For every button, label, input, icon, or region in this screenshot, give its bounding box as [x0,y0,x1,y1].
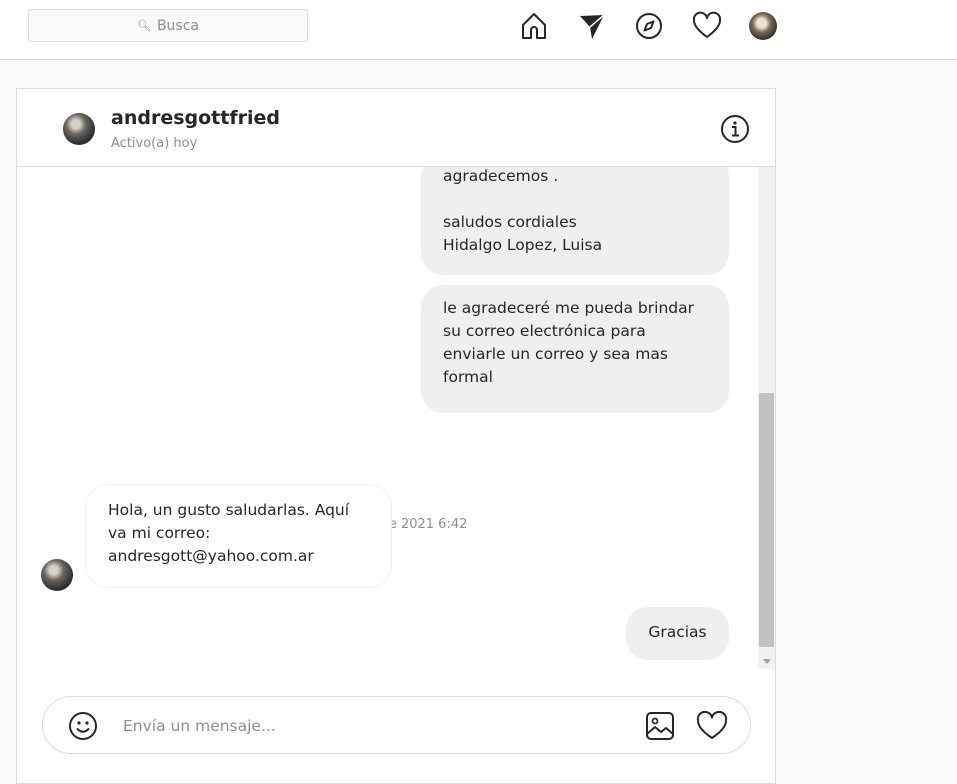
contact-avatar[interactable] [63,113,95,145]
message-scrollbar[interactable] [758,167,775,669]
profile-avatar[interactable] [749,12,777,40]
explore-icon[interactable] [633,10,665,42]
message-bubble-sent: agradecemos . saludos cordiales Hidalgo … [421,167,729,275]
contact-status: Activo(a) hoy [111,136,198,151]
sender-avatar[interactable] [41,559,73,591]
info-icon[interactable] [719,113,751,145]
scroll-down-arrow[interactable] [763,659,771,664]
chat-panel: andresgottfried Activo(a) hoy agradecemo… [16,88,776,784]
message-bubble-sent: Gracias [626,607,729,660]
search-box[interactable]: 🔍︎ Busca [28,9,308,42]
image-upload-icon[interactable] [643,709,677,743]
search-placeholder: Busca [156,17,200,34]
search-icon: 🔍︎ [136,19,151,32]
home-icon[interactable] [518,10,550,42]
chat-header: andresgottfried Activo(a) hoy [17,89,775,167]
top-nav-bar: 🔍︎ Busca [0,0,957,60]
message-bubble-received: Hola, un gusto saludarlas. Aquí va mi co… [85,484,392,588]
contact-username[interactable]: andresgottfried [111,107,280,129]
direct-icon[interactable] [576,10,608,42]
emoji-icon[interactable] [67,710,99,742]
message-input[interactable] [121,711,625,741]
activity-heart-icon[interactable] [691,10,723,42]
message-list: agradecemos . saludos cordiales Hidalgo … [17,167,757,669]
message-bubble-sent: le agradeceré me pueda brindar su correo… [421,285,729,413]
like-heart-icon[interactable] [695,709,729,743]
scrollbar-thumb[interactable] [759,393,774,647]
message-composer [42,696,751,754]
